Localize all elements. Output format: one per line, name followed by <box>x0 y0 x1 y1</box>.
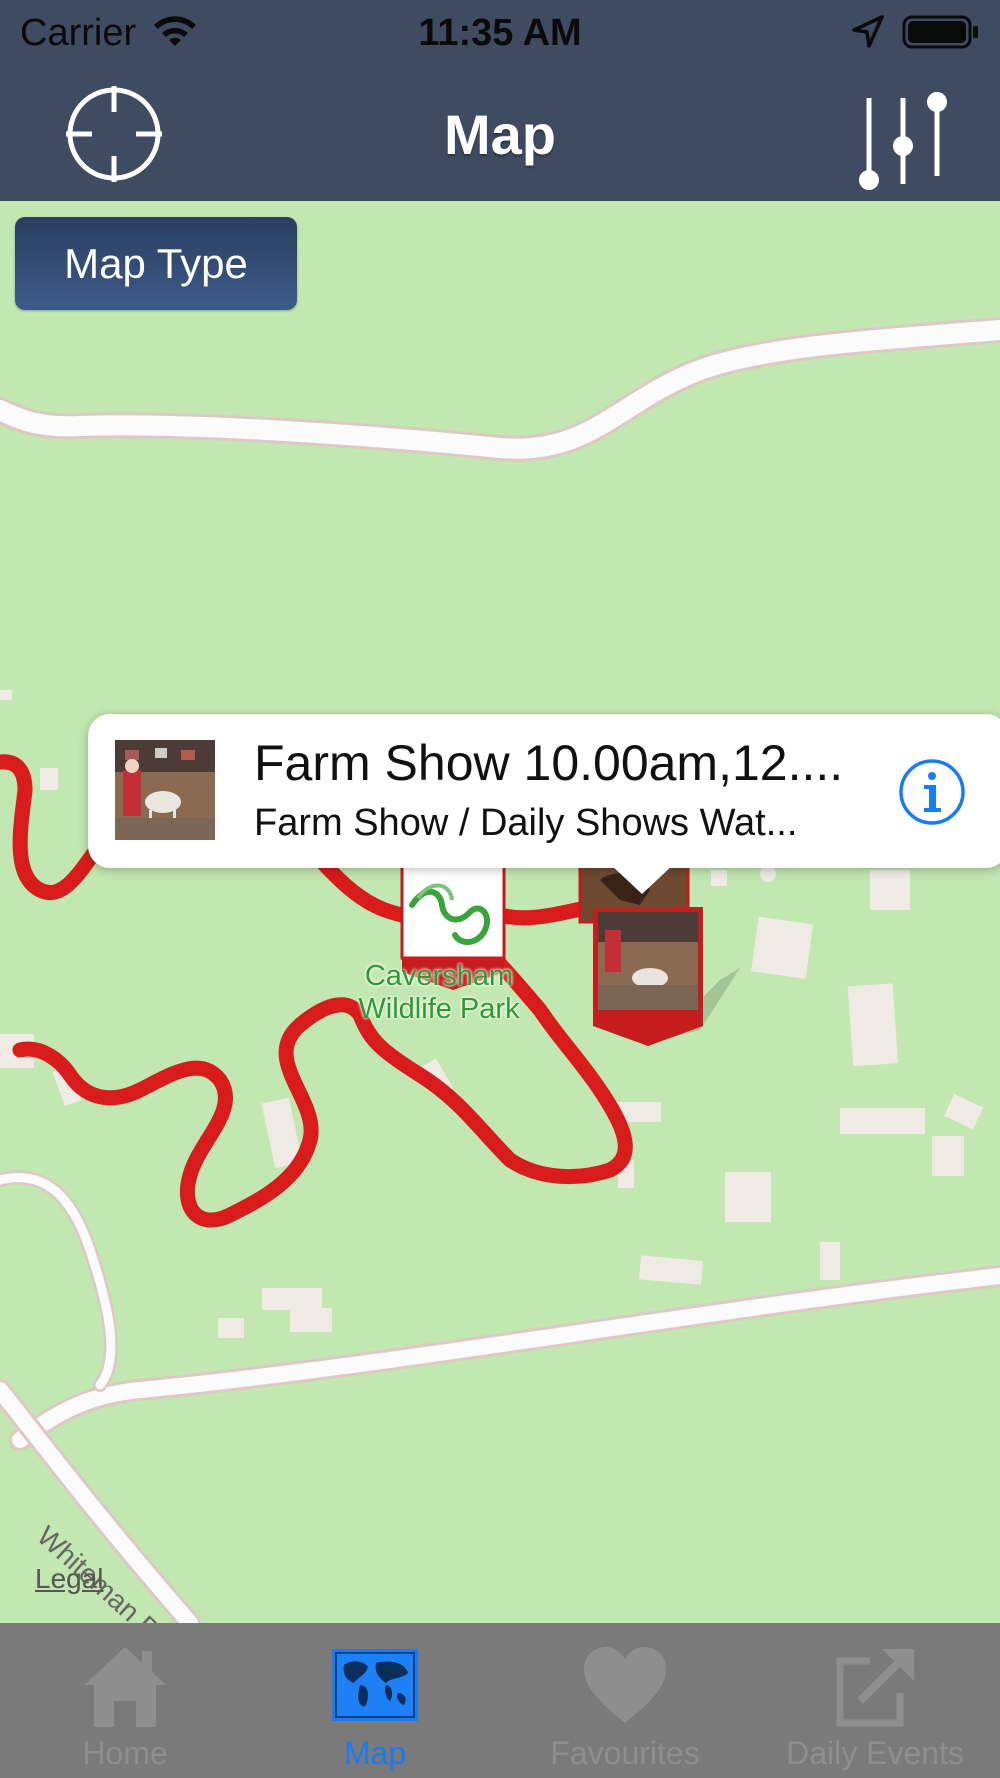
tab-label: Home <box>82 1735 168 1771</box>
external-link-icon <box>830 1643 920 1729</box>
callout-pointer <box>610 864 674 894</box>
tab-label: Favourites <box>550 1735 700 1771</box>
map-view[interactable] <box>0 201 1000 1623</box>
road-loop <box>0 1170 118 1392</box>
tab-home[interactable]: Home <box>0 1623 250 1778</box>
status-bar: Carrier 11:35 AM <box>0 0 1000 70</box>
tab-bar: Home Map Favourites Daily Events <box>0 1623 1000 1778</box>
callout-title: Farm Show 10.00am,12.... <box>254 735 844 791</box>
map-type-button[interactable]: Map Type <box>15 217 297 310</box>
home-icon <box>80 1643 170 1729</box>
map-canvas <box>0 317 1000 1623</box>
tab-label: Daily Events <box>786 1735 964 1771</box>
tab-daily-events[interactable]: Daily Events <box>750 1623 1000 1778</box>
location-arrow-icon <box>850 14 886 55</box>
world-map-icon <box>330 1643 420 1729</box>
tab-map[interactable]: Map <box>250 1623 500 1778</box>
callout-subtitle: Farm Show / Daily Shows Wat... <box>254 802 798 844</box>
tab-favourites[interactable]: Favourites <box>500 1623 750 1778</box>
annotation-callout[interactable]: Farm Show 10.00am,12.... Farm Show / Dai… <box>88 714 1000 868</box>
page-title: Map <box>444 103 556 166</box>
park-label: Caversham Wildlife Park <box>358 960 520 1025</box>
battery-icon <box>902 14 980 55</box>
navigation-bar: Map <box>0 70 1000 201</box>
info-icon[interactable] <box>898 758 966 826</box>
heart-icon <box>580 1643 670 1729</box>
filter-sliders-icon[interactable] <box>853 84 953 192</box>
farm-show-thumbnail <box>115 740 215 840</box>
farm-show-pin <box>593 907 740 1046</box>
legal-link[interactable]: Legal <box>35 1563 104 1595</box>
tab-label: Map <box>343 1735 407 1771</box>
